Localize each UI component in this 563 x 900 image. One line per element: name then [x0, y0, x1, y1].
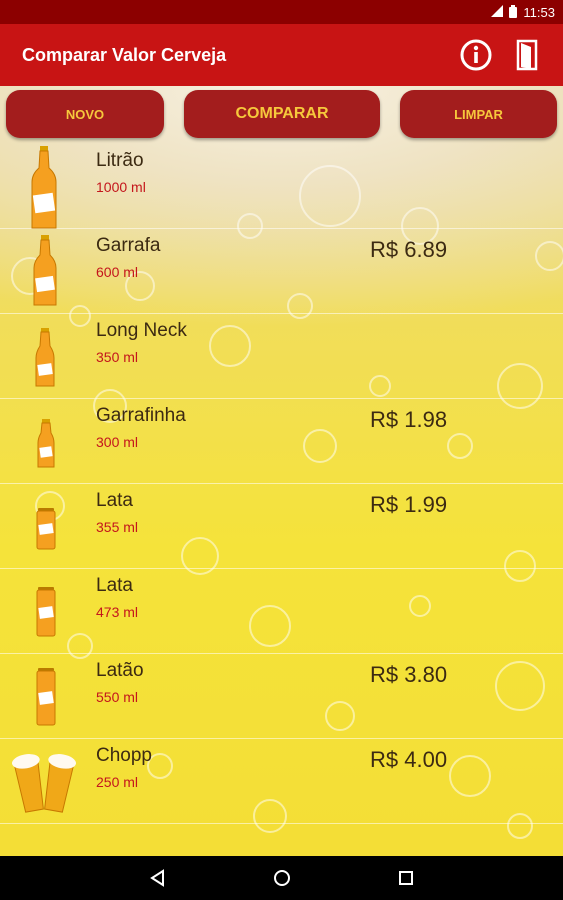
beer-size: 350 ml — [96, 349, 139, 365]
can-473-icon — [36, 587, 56, 642]
bottle-litrao-icon — [28, 146, 60, 235]
beer-name: Lata — [96, 490, 133, 511]
beer-row-chopp[interactable]: Chopp 250 ml R$ 4.00 — [0, 739, 563, 824]
beer-size: 473 ml — [96, 604, 139, 620]
beer-size: 300 ml — [96, 434, 139, 450]
beer-row-lata-473[interactable]: Lata 473 ml — [0, 569, 563, 654]
beer-size: 355 ml — [96, 519, 139, 535]
beer-name: Lata — [96, 575, 133, 596]
exit-door-icon[interactable] — [511, 38, 545, 72]
novo-button[interactable]: NOVO — [6, 90, 164, 138]
beer-price: R$ 6.89 — [370, 237, 448, 262]
recents-icon[interactable] — [394, 866, 418, 890]
beer-price: R$ 3.80 — [370, 662, 448, 687]
action-bar: NOVO COMPARAR LIMPAR — [0, 86, 563, 144]
beer-price: R$ 1.99 — [370, 492, 448, 517]
beer-list-area: NOVO COMPARAR LIMPAR Litrão 1000 ml Garr… — [0, 86, 563, 856]
beer-row-garrafa[interactable]: Garrafa 600 ml R$ 6.89 — [0, 229, 563, 314]
home-icon[interactable] — [270, 866, 294, 890]
beer-name: Garrafa — [96, 235, 161, 256]
beer-row-long-neck[interactable]: Long Neck 350 ml — [0, 314, 563, 399]
beer-name: Chopp — [96, 745, 152, 766]
bottle-600-icon — [32, 235, 58, 312]
beer-size: 1000 ml — [96, 179, 146, 195]
long-neck-icon — [34, 328, 56, 393]
can-355-icon — [36, 508, 56, 555]
beer-size: 550 ml — [96, 689, 139, 705]
beer-size: 250 ml — [96, 774, 139, 790]
info-icon[interactable] — [459, 38, 493, 72]
battery-icon — [509, 4, 518, 20]
limpar-button[interactable]: LIMPAR — [400, 90, 557, 138]
beer-row-lata-355[interactable]: Lata 355 ml R$ 1.99 — [0, 484, 563, 569]
small-bottle-icon — [36, 419, 56, 474]
app-title: Comparar Valor Cerveja — [22, 44, 227, 65]
back-icon[interactable] — [146, 866, 170, 890]
beer-name: Litrão — [96, 150, 144, 171]
comparar-button[interactable]: COMPARAR — [184, 90, 380, 138]
beer-row-garrafinha[interactable]: Garrafinha 300 ml R$ 1.98 — [0, 399, 563, 484]
system-nav-bar — [0, 856, 563, 900]
status-time: 11:53 — [523, 4, 555, 20]
status-bar: 11:53 — [0, 0, 563, 24]
beer-price: R$ 4.00 — [370, 747, 448, 772]
beer-name: Latão — [96, 660, 144, 681]
beer-name: Garrafinha — [96, 405, 186, 426]
chopp-glasses-icon — [11, 749, 78, 822]
beer-name: Long Neck — [96, 320, 187, 341]
beer-row-litrao[interactable]: Litrão 1000 ml — [0, 144, 563, 229]
beer-price: R$ 1.98 — [370, 407, 448, 432]
beer-size: 600 ml — [96, 264, 139, 280]
signal-icon — [491, 5, 504, 19]
app-bar: Comparar Valor Cerveja — [0, 24, 563, 86]
beer-row-latao[interactable]: Latão 550 ml R$ 3.80 — [0, 654, 563, 739]
can-550-icon — [36, 668, 56, 731]
